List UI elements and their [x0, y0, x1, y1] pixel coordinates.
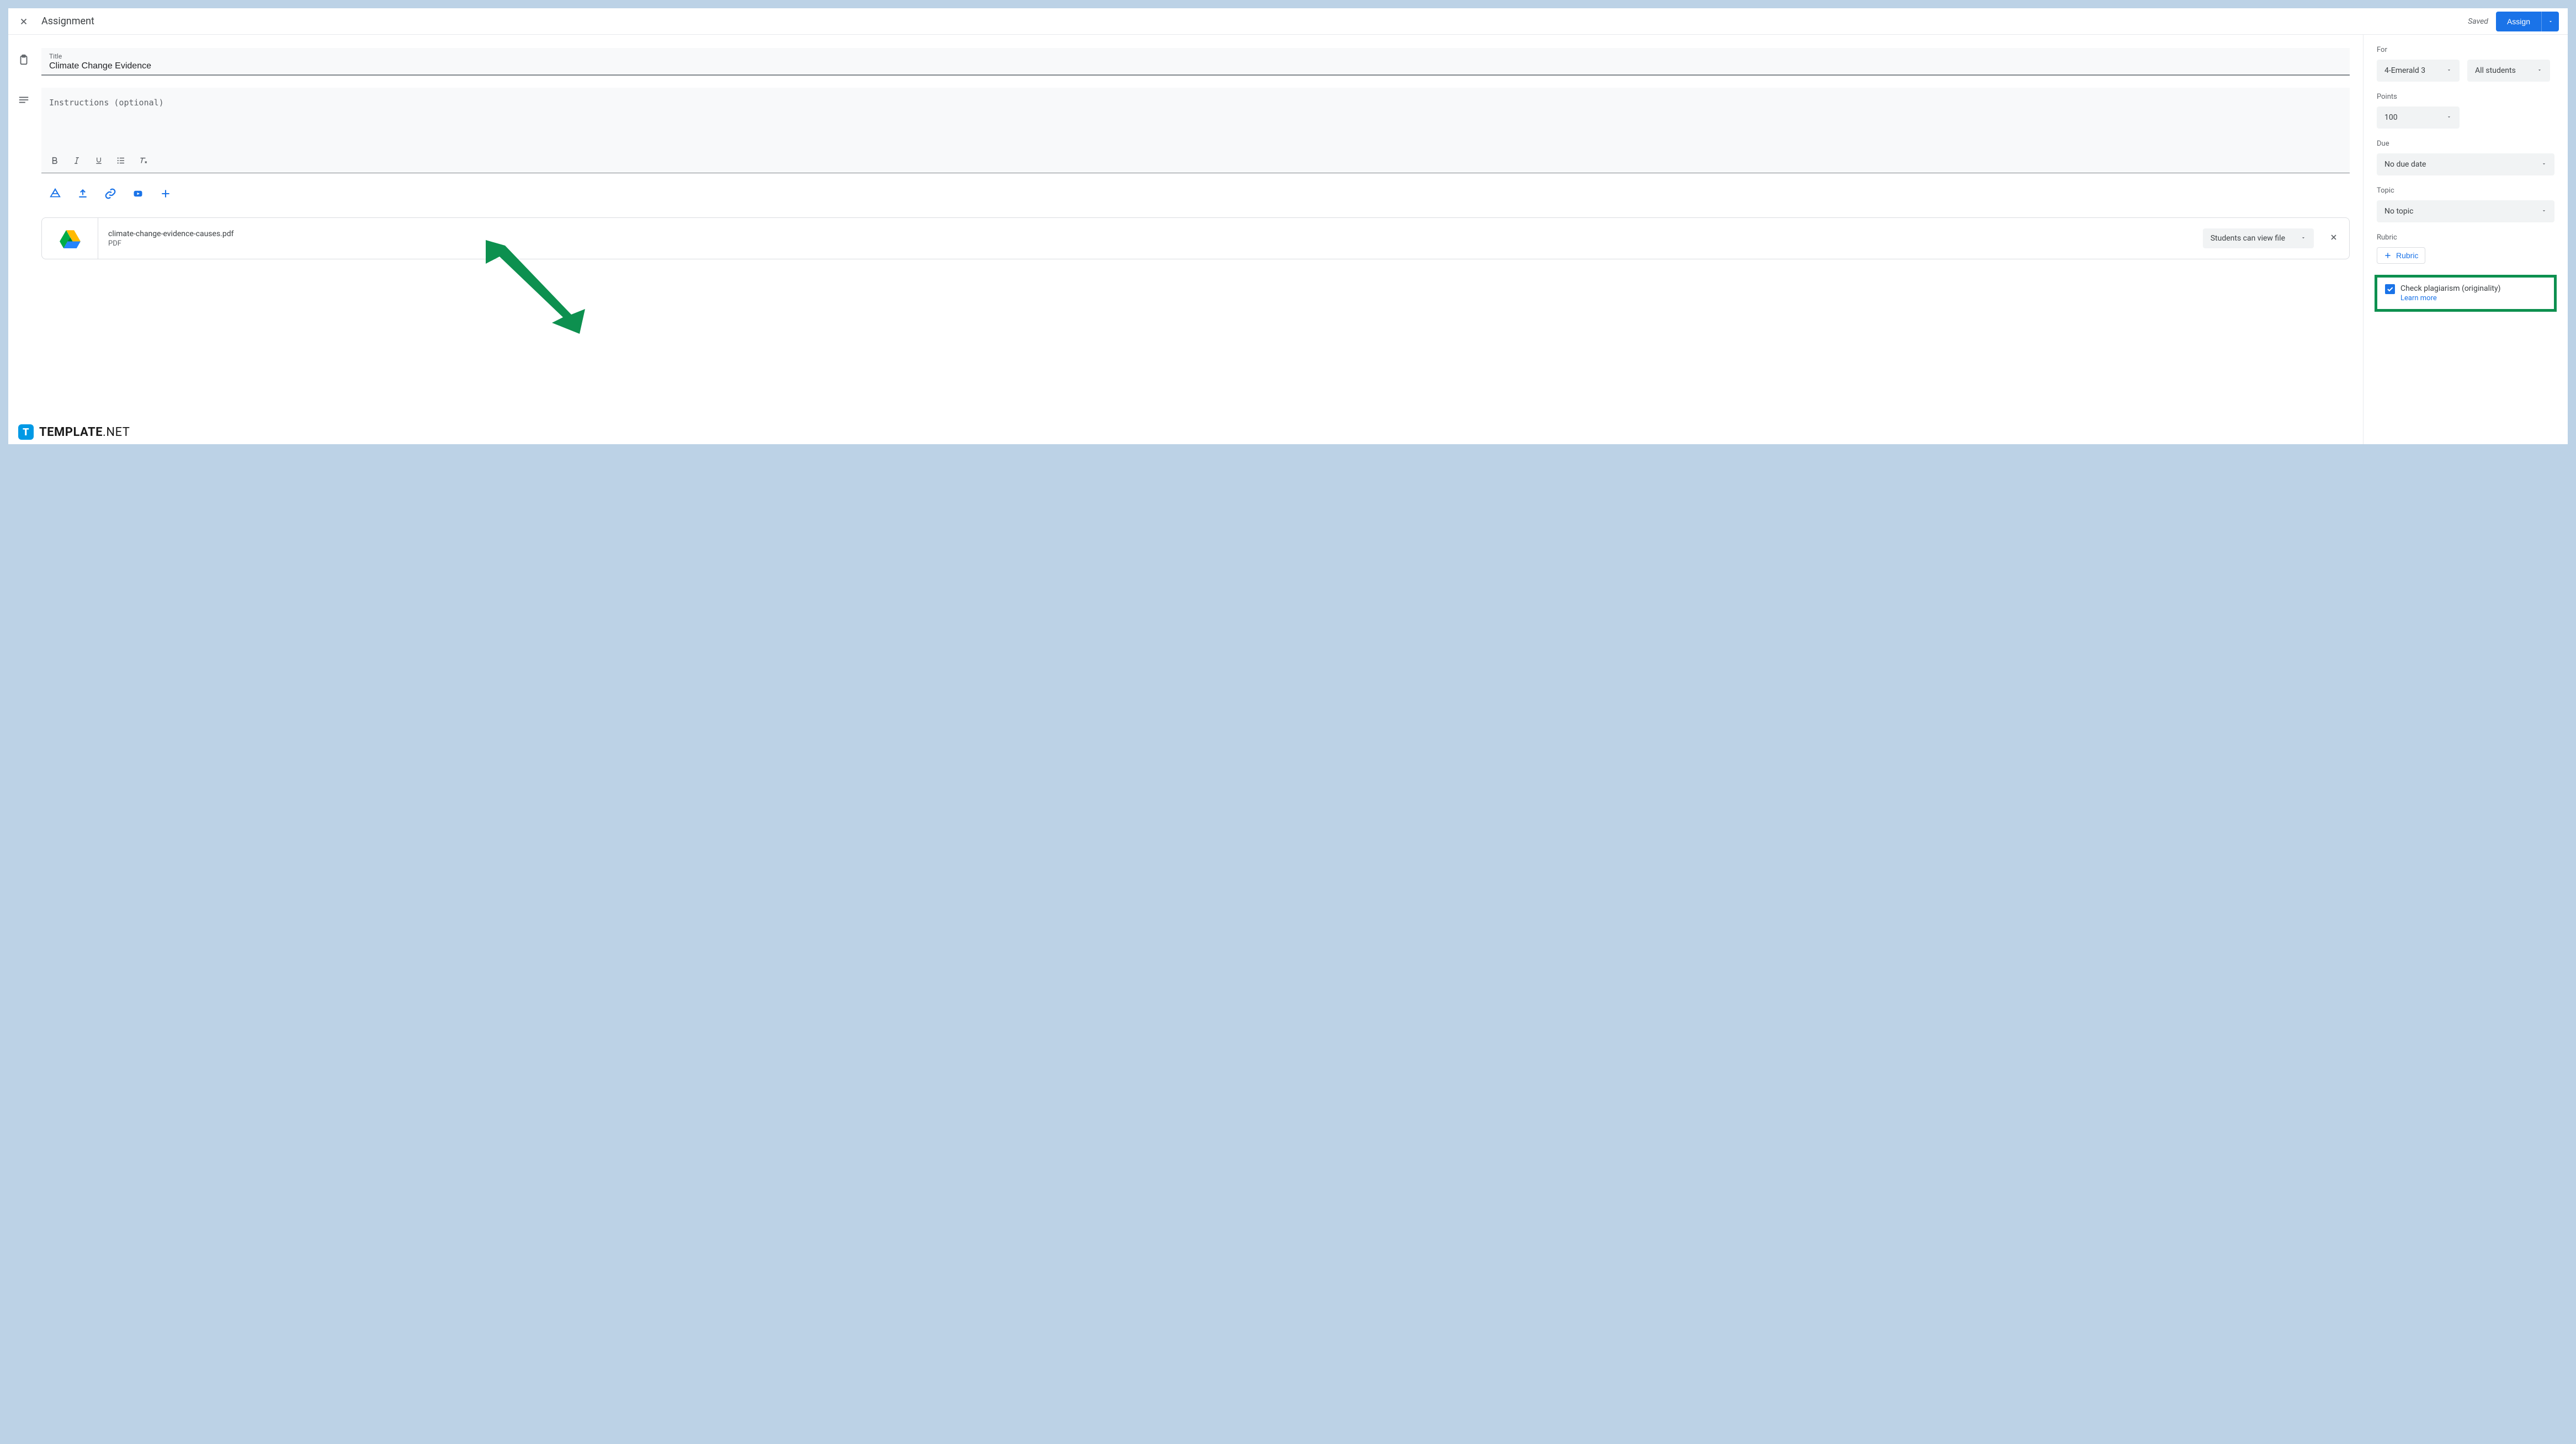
watermark: T TEMPLATE.NET: [18, 424, 130, 440]
saved-status: Saved: [2468, 17, 2488, 26]
chevron-down-icon: [2446, 113, 2452, 122]
page-title: Assignment: [41, 15, 94, 27]
chevron-down-icon: [2446, 66, 2452, 75]
youtube-icon[interactable]: [132, 188, 144, 200]
drive-attach-icon[interactable]: [49, 188, 61, 200]
due-value: No due date: [2384, 160, 2426, 169]
rubric-button[interactable]: Rubric: [2377, 247, 2425, 264]
originality-section: Check plagiarism (originality) Learn mor…: [2375, 275, 2557, 312]
points-value: 100: [2384, 113, 2398, 122]
link-icon[interactable]: [104, 188, 116, 200]
watermark-suffix: .NET: [103, 425, 130, 439]
bold-button[interactable]: [49, 155, 60, 166]
close-icon[interactable]: [17, 15, 30, 28]
originality-label: Check plagiarism (originality): [2400, 284, 2500, 293]
due-dropdown[interactable]: No due date: [2377, 153, 2554, 175]
for-label: For: [2377, 46, 2554, 54]
clipboard-icon: [17, 54, 30, 67]
students-dropdown[interactable]: All students: [2467, 60, 2550, 82]
chevron-down-icon: [2541, 160, 2547, 169]
underline-button[interactable]: [93, 155, 104, 166]
title-label: Title: [49, 52, 2342, 60]
assign-dropdown-button[interactable]: [2541, 12, 2559, 31]
chevron-down-icon: [2541, 207, 2547, 216]
italic-button[interactable]: [71, 155, 82, 166]
drive-file-icon: [42, 218, 98, 259]
attachment-item: climate-change-evidence-causes.pdf PDF S…: [41, 217, 2350, 259]
attachment-access-label: Students can view file: [2211, 234, 2285, 243]
topic-label: Topic: [2377, 187, 2554, 195]
create-icon[interactable]: [160, 188, 172, 200]
chevron-down-icon: [2537, 66, 2542, 75]
points-dropdown[interactable]: 100: [2377, 106, 2460, 129]
attachment-access-dropdown[interactable]: Students can view file: [2203, 228, 2314, 248]
assign-button[interactable]: Assign: [2496, 12, 2541, 31]
class-dropdown[interactable]: 4-Emerald 3: [2377, 60, 2460, 82]
title-field[interactable]: Title: [41, 48, 2350, 76]
text-icon: [17, 93, 30, 106]
watermark-brand: TEMPLATE: [39, 425, 103, 439]
instructions-textarea[interactable]: [41, 88, 2350, 148]
clear-format-button[interactable]: [137, 155, 148, 166]
attachment-type: PDF: [108, 239, 2193, 248]
rubric-label: Rubric: [2377, 233, 2554, 242]
topic-dropdown[interactable]: No topic: [2377, 200, 2554, 222]
title-input[interactable]: [49, 60, 2342, 71]
watermark-icon: T: [18, 424, 34, 440]
attachment-filename: climate-change-evidence-causes.pdf: [108, 230, 2193, 238]
points-label: Points: [2377, 93, 2554, 101]
bullet-list-button[interactable]: [115, 155, 126, 166]
originality-checkbox[interactable]: [2385, 284, 2395, 294]
class-value: 4-Emerald 3: [2384, 66, 2425, 75]
remove-attachment-button[interactable]: [2329, 233, 2338, 244]
instructions-field[interactable]: [41, 88, 2350, 173]
upload-icon[interactable]: [77, 188, 89, 200]
topic-value: No topic: [2384, 207, 2413, 216]
students-value: All students: [2475, 66, 2516, 75]
rubric-button-label: Rubric: [2396, 251, 2418, 260]
chevron-down-icon: [2301, 234, 2306, 243]
learn-more-link[interactable]: Learn more: [2400, 294, 2500, 302]
due-label: Due: [2377, 140, 2554, 148]
